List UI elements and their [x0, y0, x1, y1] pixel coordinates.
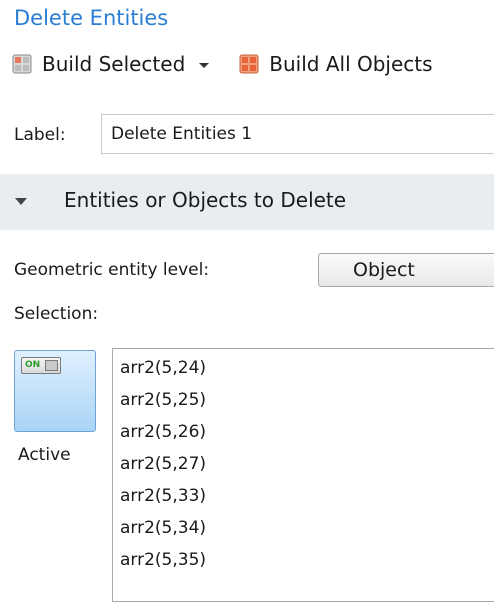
selection-list[interactable]: arr2(5,24) arr2(5,25) arr2(5,26) arr2(5,27)… — [112, 348, 494, 602]
list-item[interactable]: arr2(5,33) — [120, 485, 206, 507]
active-toggle-button[interactable]: ON — [14, 350, 96, 432]
list-item[interactable]: arr2(5,34) — [120, 517, 206, 539]
build-selected-icon — [12, 54, 32, 74]
label-field[interactable] — [101, 114, 494, 154]
build-all-objects-label: Build All Objects — [269, 52, 433, 76]
build-selected-button[interactable]: Build Selected — [12, 52, 185, 76]
toolbar: Build Selected Build All Objects — [12, 50, 433, 78]
toggle-on-text: ON — [25, 360, 41, 370]
section-title: Entities or Objects to Delete — [64, 188, 347, 212]
build-all-objects-button[interactable]: Build All Objects — [239, 52, 433, 76]
list-item[interactable]: arr2(5,27) — [120, 453, 206, 475]
list-item[interactable]: arr2(5,24) — [120, 357, 206, 379]
label-row: Label: — [0, 114, 494, 156]
on-toggle-icon: ON — [21, 357, 61, 374]
build-all-icon — [239, 54, 259, 74]
label-caption: Label: — [14, 125, 66, 145]
geometric-entity-level-label: Geometric entity level: — [14, 260, 210, 280]
build-selected-label: Build Selected — [42, 52, 186, 76]
list-item[interactable]: arr2(5,35) — [120, 549, 206, 571]
triangle-down-icon — [14, 194, 28, 208]
selection-label: Selection: — [14, 304, 99, 324]
section-header[interactable]: Entities or Objects to Delete — [0, 174, 494, 230]
settings-window: Delete Entities Build Selected Build All… — [0, 0, 494, 603]
geometric-entity-level-select[interactable]: Object — [318, 253, 494, 287]
chevron-down-icon[interactable] — [195, 55, 213, 73]
list-item[interactable]: arr2(5,26) — [120, 421, 206, 443]
page-title: Delete Entities — [14, 6, 169, 30]
list-item[interactable]: arr2(5,25) — [120, 389, 206, 411]
active-label: Active — [18, 445, 71, 465]
